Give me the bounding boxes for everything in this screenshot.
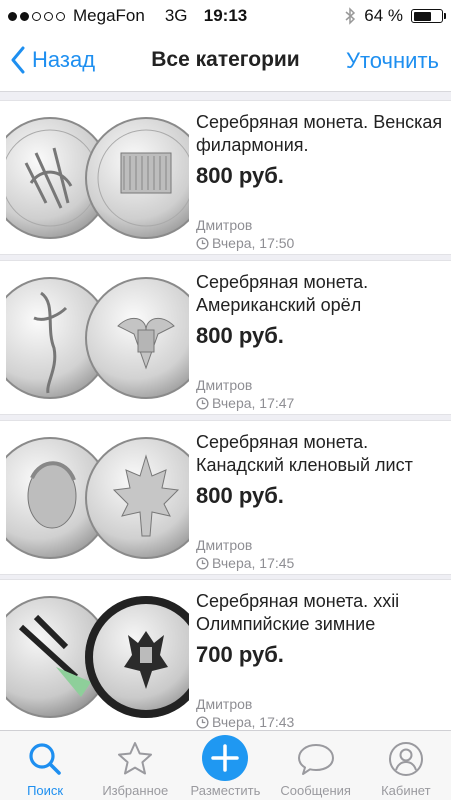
listing-item[interactable]: Серебряная монета. Канадский кленовый ли… bbox=[0, 420, 451, 575]
item-time-text: Вчера, 17:45 bbox=[212, 555, 295, 571]
tab-post[interactable]: Разместить bbox=[180, 731, 270, 800]
item-price: 800 руб. bbox=[196, 323, 284, 348]
listing-list: Серебряная монета. Венская филармония. 8… bbox=[0, 92, 451, 730]
item-time-text: Вчера, 17:47 bbox=[212, 395, 295, 411]
star-icon bbox=[118, 742, 153, 775]
item-city: Дмитров bbox=[196, 537, 253, 553]
status-bar: MegaFon 3G 19:13 64 % bbox=[0, 0, 451, 32]
back-label: Назад bbox=[32, 47, 96, 72]
tab-messages-label: Сообщения bbox=[280, 783, 351, 798]
tab-search-label: Поиск bbox=[27, 783, 64, 798]
tab-search[interactable]: Поиск bbox=[0, 731, 90, 800]
item-price: 800 руб. bbox=[196, 163, 284, 188]
coin-photo bbox=[0, 268, 207, 408]
refine-button[interactable]: Уточнить bbox=[346, 48, 439, 74]
speech-bubble-icon bbox=[297, 744, 334, 775]
bluetooth-icon bbox=[345, 7, 356, 25]
tab-favorites-label: Избранное bbox=[102, 783, 169, 798]
tab-favorites[interactable]: Избранное bbox=[90, 731, 180, 800]
person-icon bbox=[388, 742, 423, 776]
status-right-group: 64 % bbox=[344, 6, 446, 26]
item-time: Вчера, 17:47 bbox=[196, 395, 294, 411]
item-time: Вчера, 17:43 bbox=[196, 714, 294, 730]
tab-messages[interactable]: Сообщения bbox=[271, 731, 361, 800]
battery-icon bbox=[411, 9, 446, 23]
item-title: Серебряная монета. Канадский кленовый ли… bbox=[196, 432, 413, 475]
listing-item[interactable]: Серебряная монета. xxii Олимпийские зимн… bbox=[0, 579, 451, 730]
listing-item[interactable]: Серебряная монета. Венская филармония. 8… bbox=[0, 100, 451, 255]
listing-item[interactable]: Серебряная монета. Американский орёл 800… bbox=[0, 260, 451, 415]
clock-icon bbox=[196, 236, 209, 250]
item-time: Вчера, 17:50 bbox=[196, 235, 294, 251]
item-time-text: Вчера, 17:43 bbox=[212, 714, 295, 730]
tab-account-label: Кабинет bbox=[381, 783, 431, 798]
tab-bar: Поиск Избранное Разместить Сообщения Каб… bbox=[0, 730, 451, 800]
search-icon bbox=[29, 743, 61, 775]
battery-percent: 64 % bbox=[364, 6, 403, 25]
back-button[interactable]: Назад bbox=[10, 42, 95, 78]
tab-post-label: Разместить bbox=[190, 783, 261, 798]
coin-photo bbox=[0, 428, 207, 568]
item-time-text: Вчера, 17:50 bbox=[212, 235, 295, 251]
post-button[interactable] bbox=[202, 735, 249, 781]
coin-photo bbox=[0, 108, 207, 248]
plus-icon bbox=[211, 744, 240, 772]
item-title: Серебряная монета. Американский орёл bbox=[196, 272, 369, 315]
item-price: 800 руб. bbox=[196, 483, 284, 508]
navigation-bar: Назад Все категории Уточнить bbox=[0, 32, 451, 92]
clock-icon bbox=[196, 715, 209, 729]
tab-account[interactable]: Кабинет bbox=[361, 731, 451, 800]
battery-fill bbox=[413, 11, 431, 21]
clock-icon bbox=[196, 396, 209, 410]
clock-icon bbox=[196, 556, 209, 570]
item-city: Дмитров bbox=[196, 377, 253, 393]
item-city: Дмитров bbox=[196, 696, 253, 712]
coin-photo bbox=[0, 587, 207, 727]
item-title: Серебряная монета. Венская филармония. bbox=[196, 112, 443, 155]
item-time: Вчера, 17:45 bbox=[196, 555, 294, 571]
chevron-left-icon bbox=[11, 46, 25, 74]
item-title: Серебряная монета. xxii Олимпийские зимн… bbox=[196, 591, 400, 634]
item-city: Дмитров bbox=[196, 217, 253, 233]
item-price: 700 руб. bbox=[196, 642, 284, 667]
